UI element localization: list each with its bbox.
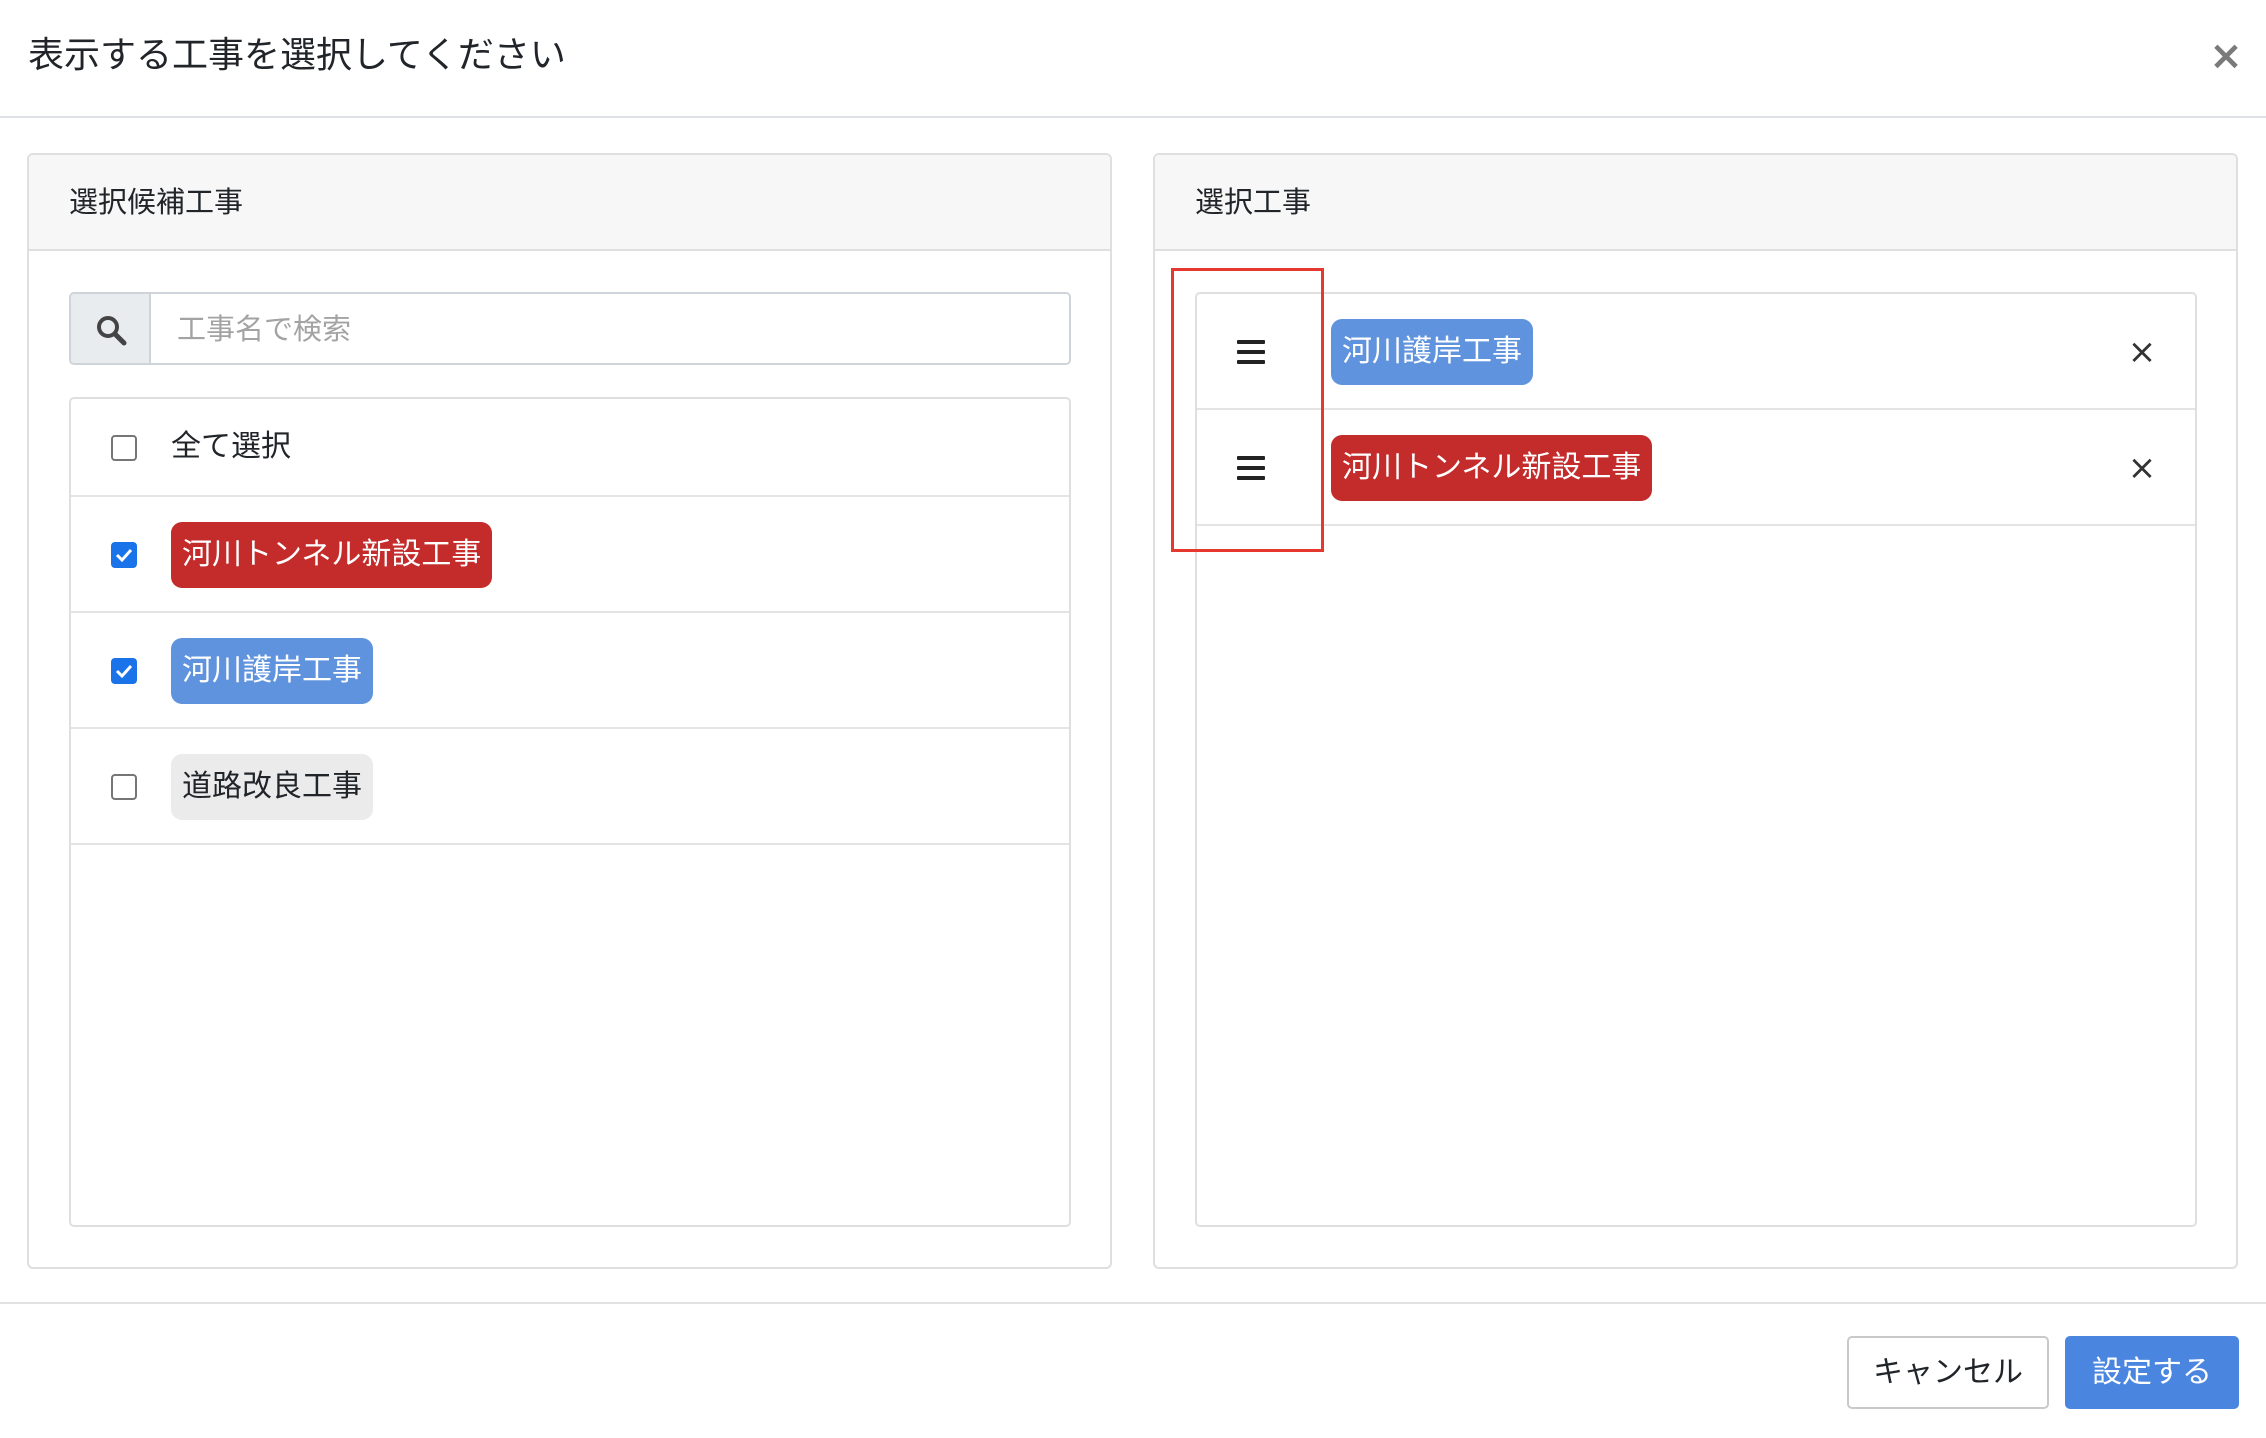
list-item[interactable]: 河川護岸工事 — [71, 613, 1069, 729]
drag-handle-icon[interactable] — [1237, 340, 1267, 364]
construction-badge: 河川護岸工事 — [1331, 319, 1533, 385]
selected-panel-header: 選択工事 — [1155, 155, 2236, 251]
search-icon — [97, 316, 127, 346]
construction-badge: 河川トンネル新設工事 — [171, 522, 493, 588]
construction-badge: 河川護岸工事 — [171, 638, 373, 704]
checkmark-icon — [115, 664, 133, 679]
search-input[interactable] — [153, 294, 1069, 363]
candidate-list: 全て選択 河川トンネル新設工事 河川護岸工事 道路改良工事 — [69, 397, 1071, 1227]
close-icon[interactable]: × — [2206, 30, 2246, 82]
item-checkbox[interactable] — [111, 542, 137, 568]
list-item[interactable]: 道路改良工事 — [71, 729, 1069, 845]
remove-icon[interactable]: × — [2127, 448, 2157, 488]
remove-icon[interactable]: × — [2127, 332, 2157, 372]
candidate-panel-header: 選択候補工事 — [29, 155, 1110, 251]
submit-button[interactable]: 設定する — [2065, 1336, 2239, 1409]
modal-title: 表示する工事を選択してください — [28, 35, 566, 76]
candidate-panel: 選択候補工事 全て選択 河川トンネル新設工事 — [27, 153, 1112, 1269]
candidate-panel-title: 選択候補工事 — [69, 185, 244, 219]
select-all-row[interactable]: 全て選択 — [71, 399, 1069, 497]
search-group — [69, 292, 1071, 365]
selected-panel: 選択工事 河川護岸工事 × 河川トンネル新設工事 × — [1153, 153, 2238, 1269]
selected-list: 河川護岸工事 × 河川トンネル新設工事 × — [1195, 292, 2197, 1227]
selected-panel-title: 選択工事 — [1195, 185, 1312, 219]
select-all-checkbox[interactable] — [111, 435, 137, 461]
modal-header: 表示する工事を選択してください × — [0, 0, 2266, 118]
cancel-button[interactable]: キャンセル — [1847, 1336, 2049, 1409]
footer-divider — [0, 1302, 2266, 1304]
construction-badge: 河川トンネル新設工事 — [1331, 435, 1653, 501]
selected-item[interactable]: 河川護岸工事 × — [1197, 294, 2195, 410]
item-checkbox[interactable] — [111, 774, 137, 800]
select-all-label: 全て選択 — [171, 429, 291, 464]
selected-item[interactable]: 河川トンネル新設工事 × — [1197, 410, 2195, 526]
construction-badge: 道路改良工事 — [171, 754, 373, 820]
list-item[interactable]: 河川トンネル新設工事 — [71, 497, 1069, 613]
drag-handle-icon[interactable] — [1237, 456, 1267, 480]
checkmark-icon — [115, 548, 133, 563]
search-addon — [71, 294, 151, 363]
item-checkbox[interactable] — [111, 658, 137, 684]
